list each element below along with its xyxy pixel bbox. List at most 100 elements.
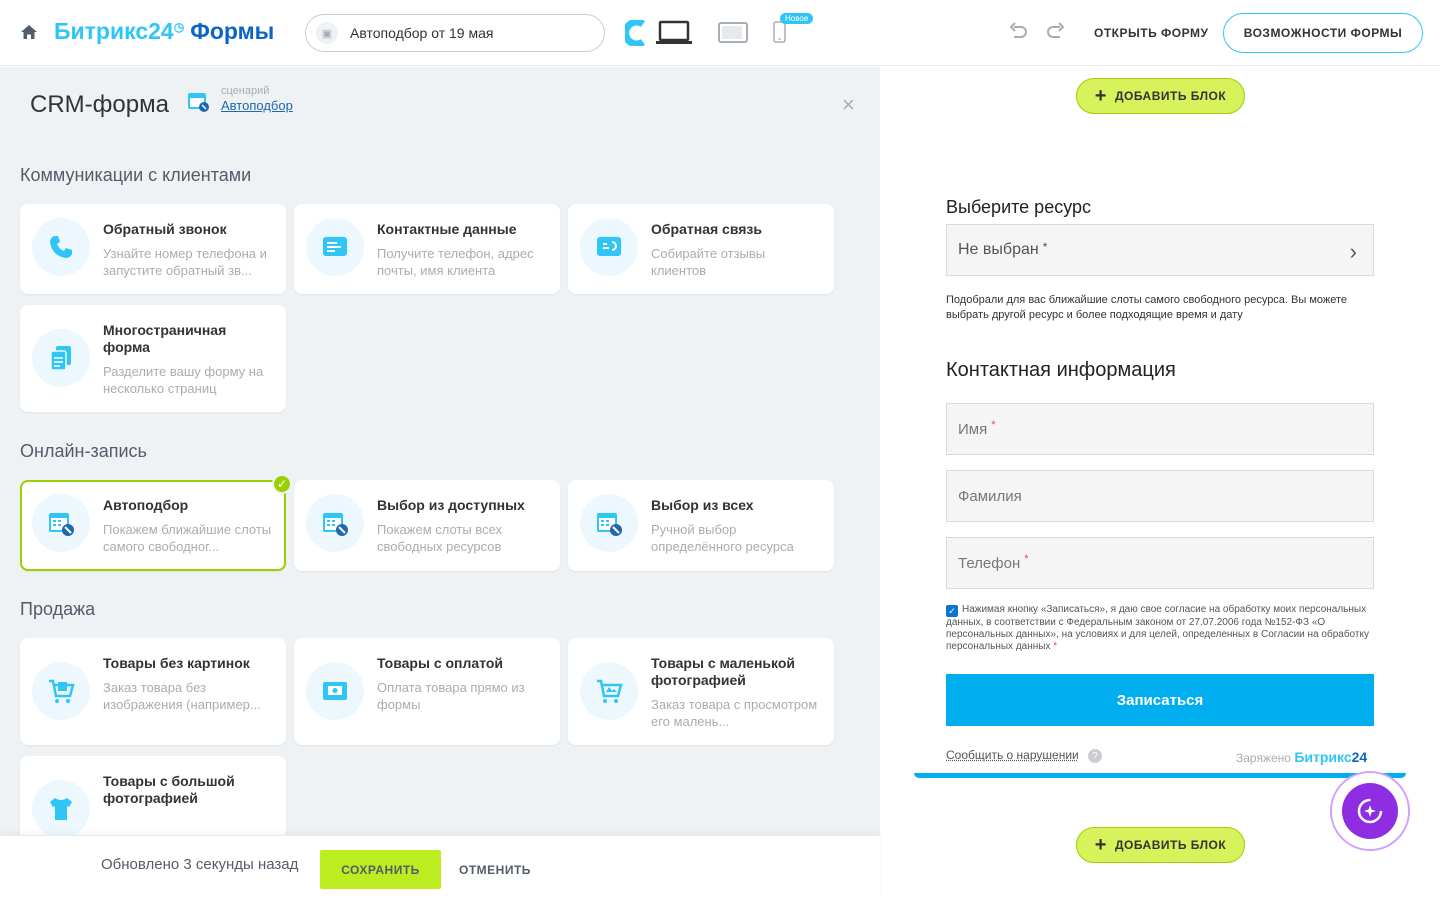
card-desc: Заказ товара без изображения (например..… xyxy=(103,680,261,712)
design-icon[interactable] xyxy=(622,18,647,48)
resource-heading: Выберите ресурс xyxy=(946,197,1092,217)
scenario-label: сценарий xyxy=(221,85,270,97)
resource-note: Подобрали для вас ближайшие слоты самого… xyxy=(946,294,1348,321)
payment-icon xyxy=(306,662,364,720)
add-block-button[interactable]: + ДОБАВИТЬ БЛОК xyxy=(1076,78,1245,114)
report-abuse-link[interactable]: Сообщить о нарушении xyxy=(946,748,1079,762)
undo-icon[interactable] xyxy=(1008,22,1028,42)
consent-checkbox[interactable]: ✓ xyxy=(946,605,958,617)
tshirt-icon xyxy=(32,780,90,835)
calendar-icon xyxy=(186,89,210,113)
scenario-link[interactable]: Автоподбор xyxy=(221,98,293,113)
brand-product: Формы xyxy=(190,18,275,44)
calendar-icon xyxy=(32,494,90,552)
contact-card-icon xyxy=(306,218,364,276)
card-title: Обратная связь xyxy=(651,221,762,237)
card-desc: Покажем ближайшие слоты самого свободног… xyxy=(103,522,272,554)
phone-icon xyxy=(32,218,90,276)
new-badge: Новое xyxy=(780,13,814,24)
card-desc: Ручной выбор определённого ресурса xyxy=(651,522,794,554)
required-mark: * xyxy=(1024,553,1029,565)
phone-field[interactable]: Телефон * xyxy=(946,537,1374,589)
mobile-view-icon[interactable] xyxy=(773,21,786,43)
plus-icon: + xyxy=(1094,834,1107,856)
cart-photo-icon xyxy=(580,662,638,720)
last-name-field[interactable]: Фамилия xyxy=(946,470,1374,522)
consent-text: Нажимая кнопку «Записаться», я даю свое … xyxy=(946,604,1369,652)
card-title: Автоподбор xyxy=(103,497,189,513)
card-multipage-form[interactable]: Многостраничная форма Разделите вашу фор… xyxy=(20,305,286,412)
card-goods-small-photo[interactable]: Товары с маленькой фотографией Заказ тов… xyxy=(568,638,834,745)
desktop-view-icon[interactable] xyxy=(655,20,693,46)
pages-icon xyxy=(32,329,90,387)
card-desc: Собирайте отзывы клиентов xyxy=(651,246,766,278)
card-callback[interactable]: Обратный звонок Узнайте номер телефона и… xyxy=(20,204,286,294)
plus-icon: + xyxy=(1094,85,1107,107)
top-bar: Битрикс24◷ Формы ▣ Автоподбор от 19 мая Н… xyxy=(0,0,1440,66)
add-block-label: ДОБАВИТЬ БЛОК xyxy=(1114,838,1227,852)
required-mark: * xyxy=(1042,240,1048,254)
field-label: Фамилия xyxy=(958,487,1022,505)
brand-name: Битрикс24 xyxy=(54,18,174,44)
form-title-input[interactable]: ▣ Автоподбор от 19 мая xyxy=(305,14,605,52)
powered-brand: Битрикс xyxy=(1294,749,1352,765)
chevron-right-icon: › xyxy=(1349,239,1357,264)
resource-value: Не выбран xyxy=(958,241,1039,258)
card-desc: Узнайте номер телефона и запустите обрат… xyxy=(103,246,267,278)
form-bottom-border xyxy=(914,773,1406,778)
card-title: Товары с оплатой xyxy=(377,655,504,671)
card-title: Многостраничная форма xyxy=(103,322,227,355)
cancel-button[interactable]: ОТМЕНИТЬ xyxy=(459,863,531,877)
section-title: Продажа xyxy=(20,599,96,619)
close-icon[interactable]: × xyxy=(842,94,855,116)
brand-logo[interactable]: Битрикс24◷ Формы xyxy=(54,18,274,45)
powered-number: 24 xyxy=(1351,749,1368,765)
home-icon[interactable] xyxy=(20,24,40,42)
resource-select[interactable]: Не выбран * › xyxy=(946,224,1374,276)
section-title: Коммуникации с клиентами xyxy=(20,165,252,185)
card-desc: Оплата товара прямо из формы xyxy=(377,680,525,712)
card-auto-select[interactable]: ✓ Автоподбор Покажем ближайшие слоты сам… xyxy=(20,474,292,571)
calendar-icon xyxy=(306,494,364,552)
card-desc: Покажем слоты всех свободных ресурсов xyxy=(377,522,503,554)
form-features-button[interactable]: ВОЗМОЖНОСТИ ФОРМЫ xyxy=(1223,13,1423,53)
card-choose-available[interactable]: Выбор из доступных Покажем слоты всех св… xyxy=(294,480,560,571)
cart-icon xyxy=(32,662,90,720)
card-title: Выбор из всех xyxy=(651,497,754,513)
tablet-view-icon[interactable] xyxy=(718,22,748,43)
add-block-button[interactable]: + ДОБАВИТЬ БЛОК xyxy=(1076,827,1245,863)
card-title: Выбор из доступных xyxy=(377,497,525,513)
copilot-icon xyxy=(1342,783,1398,839)
card-feedback[interactable]: Обратная связь Собирайте отзывы клиентов xyxy=(568,204,834,294)
card-title: Контактные данные xyxy=(377,221,517,237)
powered-by[interactable]: Заряжено Битрикс24 xyxy=(1236,749,1367,765)
card-goods-payment[interactable]: Товары с оплатой Оплата товара прямо из … xyxy=(294,638,560,745)
field-label: Имя xyxy=(958,420,988,438)
image-icon: ▣ xyxy=(316,22,338,44)
powered-label: Заряжено xyxy=(1236,751,1291,765)
submit-button[interactable]: Записаться xyxy=(946,674,1374,726)
panel-title: CRM-форма xyxy=(30,91,169,118)
card-goods-large-photo[interactable]: Товары с большой фотографией xyxy=(20,756,286,835)
assistant-button[interactable] xyxy=(1330,771,1410,851)
card-desc: Получите телефон, адрес почты, имя клиен… xyxy=(377,246,534,278)
card-contact-data[interactable]: Контактные данные Получите телефон, адре… xyxy=(294,204,560,294)
open-form-link[interactable]: ОТКРЫТЬ ФОРМУ xyxy=(1094,26,1208,40)
card-title: Товары с маленькой фотографией xyxy=(651,655,795,688)
card-title: Товары с большой фотографией xyxy=(103,773,235,806)
card-choose-all[interactable]: Выбор из всех Ручной выбор определённого… xyxy=(568,480,834,571)
card-desc: Заказ товара с просмотром его малень... xyxy=(651,697,818,729)
required-mark: * xyxy=(991,419,996,431)
save-button[interactable]: СОХРАНИТЬ xyxy=(320,850,441,889)
redo-icon[interactable] xyxy=(1046,22,1066,42)
card-goods-no-images[interactable]: Товары без картинок Заказ товара без изо… xyxy=(20,638,286,745)
updated-status: Обновлено 3 секунды назад xyxy=(101,856,299,873)
section-title: Онлайн-запись xyxy=(20,441,147,461)
required-mark: * xyxy=(1053,641,1058,652)
bottom-bar: Обновлено 3 секунды назад СОХРАНИТЬ ОТМЕ… xyxy=(0,835,880,900)
feedback-icon xyxy=(580,218,638,276)
first-name-field[interactable]: Имя * xyxy=(946,403,1374,455)
card-title: Обратный звонок xyxy=(103,221,227,237)
help-icon[interactable]: ? xyxy=(1088,749,1102,763)
form-title-text: Автоподбор от 19 мая xyxy=(350,25,494,41)
